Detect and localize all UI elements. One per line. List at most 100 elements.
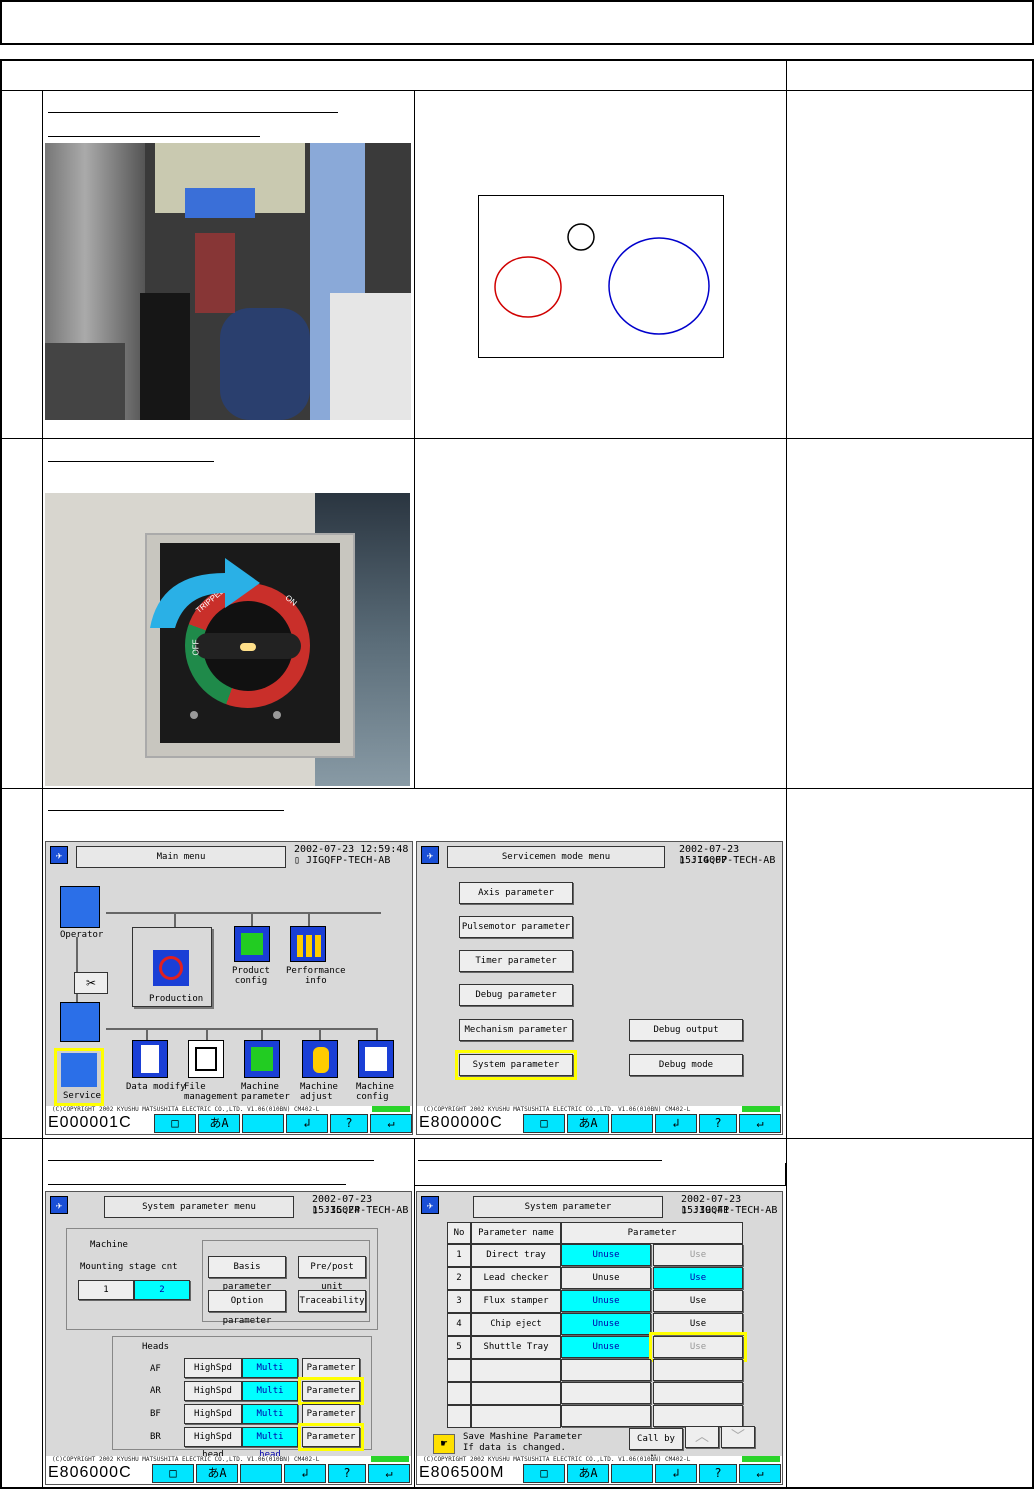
head-af-highspd[interactable]: HighSpd head — [184, 1358, 242, 1391]
machine-adjust-label: Machine adjust — [300, 1082, 338, 1102]
sysmenu-footer: (C)COPYRIGHT 2002 KYUSHU MATSUSHITA ELEC… — [46, 1456, 411, 1484]
fkey-return[interactable]: ↵ — [739, 1114, 781, 1133]
machine-parameter-icon[interactable] — [244, 1040, 280, 1078]
debug-parameter-button[interactable]: Debug parameter — [459, 984, 573, 1006]
fkey-window[interactable]: □ — [152, 1464, 194, 1483]
rotate-arrow-icon — [150, 558, 260, 628]
row-3-use[interactable]: Use — [653, 1290, 743, 1312]
data-modify-label: Data modify — [126, 1082, 186, 1092]
row-2-use[interactable]: Use — [653, 1267, 743, 1289]
fkey-kana[interactable]: あA — [567, 1464, 609, 1483]
data-modify-icon[interactable] — [132, 1040, 168, 1078]
fkey-blank[interactable] — [611, 1114, 653, 1133]
col-divider-mid-2 — [414, 438, 415, 788]
empty-row — [471, 1405, 561, 1428]
row-1-unuse[interactable]: Unuse — [561, 1244, 651, 1266]
fkey-kana[interactable]: あA — [196, 1464, 238, 1483]
fkey-blank[interactable] — [611, 1464, 653, 1483]
head-af-parameter[interactable]: Parameter — [302, 1358, 360, 1378]
row-1-use[interactable]: Use — [653, 1244, 743, 1266]
col-divider-mid-4 — [414, 1138, 415, 1489]
save-hand-icon[interactable]: ☛ — [433, 1434, 455, 1454]
prepost-unit-button[interactable]: Pre/post unit — [298, 1256, 366, 1292]
traceability-button[interactable]: Traceability — [298, 1290, 366, 1312]
sysmenu-title: System parameter menu — [104, 1196, 294, 1218]
fkey-help[interactable]: ? — [699, 1114, 737, 1133]
row-4-unuse[interactable]: Unuse — [561, 1313, 651, 1335]
service-button[interactable]: Service — [54, 1048, 104, 1106]
system-parameter-button[interactable]: System parameter — [455, 1050, 577, 1080]
fkey-return[interactable]: ↵ — [368, 1464, 410, 1483]
basis-parameter-button[interactable]: Basis parameter — [208, 1256, 286, 1292]
small-circle — [567, 223, 595, 251]
head-bf-highspd[interactable]: HighSpd head — [184, 1404, 242, 1437]
fkey-blank[interactable] — [240, 1464, 282, 1483]
fkey-return[interactable]: ↵ — [370, 1114, 412, 1133]
debug-mode-button[interactable]: Debug mode — [629, 1054, 743, 1076]
product-config-icon[interactable] — [234, 926, 270, 962]
fkey-window[interactable]: □ — [523, 1464, 565, 1483]
performance-icon[interactable] — [290, 926, 326, 962]
fkey-help[interactable]: ? — [328, 1464, 366, 1483]
row-4-use[interactable]: Use — [653, 1313, 743, 1335]
option-parameter-button[interactable]: Option parameter — [208, 1290, 286, 1326]
main-menu-screen: ✈ Main menu 2002-07-23 12:59:48 ▯ JIGQFP… — [45, 841, 413, 1135]
sysparam-code: E806500M — [419, 1464, 505, 1481]
fkey-enter[interactable]: ↲ — [284, 1464, 326, 1483]
debug-output-button[interactable]: Debug output — [629, 1019, 743, 1041]
production-button[interactable]: Production — [132, 927, 212, 1007]
fkey-window[interactable]: □ — [154, 1114, 196, 1133]
fkey-help[interactable]: ? — [330, 1114, 368, 1133]
head-ar-multi[interactable]: Multi head — [242, 1381, 298, 1414]
empty-row — [653, 1359, 743, 1381]
page-up-icon[interactable]: ︿ — [685, 1426, 719, 1448]
save-line-1: Save Mashine Parameter — [463, 1432, 583, 1442]
status-bar — [742, 1456, 780, 1462]
row-5-use[interactable]: Use — [649, 1332, 747, 1362]
call-by-no-button[interactable]: Call by No — [629, 1428, 683, 1464]
head-br-highspd[interactable]: HighSpd head — [184, 1427, 242, 1460]
machine-config-icon[interactable] — [358, 1040, 394, 1078]
operator-icon[interactable] — [60, 886, 100, 928]
axis-parameter-button[interactable]: Axis parameter — [459, 882, 573, 904]
timer-parameter-button[interactable]: Timer parameter — [459, 950, 573, 972]
row-2-unuse[interactable]: Unuse — [561, 1267, 651, 1289]
fkey-return[interactable]: ↵ — [739, 1464, 781, 1483]
head-ar-highspd[interactable]: HighSpd head — [184, 1381, 242, 1414]
head-bf-parameter[interactable]: Parameter — [302, 1404, 360, 1424]
main-code: E000001C — [48, 1114, 132, 1131]
stage-2-button[interactable]: 2 — [134, 1280, 190, 1300]
fkey-blank[interactable] — [242, 1114, 284, 1133]
fkey-enter[interactable]: ↲ — [286, 1114, 328, 1133]
engineer-icon[interactable] — [60, 1002, 100, 1042]
machine-adjust-icon[interactable] — [302, 1040, 338, 1078]
file-management-icon[interactable] — [188, 1040, 224, 1078]
fkey-kana[interactable]: あA — [198, 1114, 240, 1133]
fkey-enter[interactable]: ↲ — [655, 1464, 697, 1483]
fkey-help[interactable]: ? — [699, 1464, 737, 1483]
row-divider-1 — [0, 438, 1034, 439]
fkey-kana[interactable]: あA — [567, 1114, 609, 1133]
sysparam-copyright: (C)COPYRIGHT 2002 KYUSHU MATSUSHITA ELEC… — [423, 1456, 691, 1463]
page-down-icon[interactable]: ﹀ — [721, 1426, 755, 1448]
empty-row — [561, 1359, 651, 1381]
app-logo-icon: ✈ — [50, 1196, 68, 1214]
empty-row — [561, 1405, 651, 1427]
stage-1-button[interactable]: 1 — [78, 1280, 134, 1300]
head-bf-multi[interactable]: Multi head — [242, 1404, 298, 1437]
pulsemotor-parameter-button[interactable]: Pulsemotor parameter — [459, 916, 573, 938]
service-title: Servicemen mode menu — [447, 846, 665, 868]
fkey-window[interactable]: □ — [523, 1114, 565, 1133]
empty-row — [653, 1405, 743, 1427]
row-3-unuse[interactable]: Unuse — [561, 1290, 651, 1312]
tools-icon[interactable]: ✂ — [74, 972, 108, 994]
head-af-multi[interactable]: Multi head — [242, 1358, 298, 1391]
head-br-multi[interactable]: Multi head — [242, 1427, 298, 1460]
head-br-parameter[interactable]: Parameter — [298, 1423, 364, 1451]
mechanism-parameter-button[interactable]: Mechanism parameter — [459, 1019, 573, 1041]
fkey-enter[interactable]: ↲ — [655, 1114, 697, 1133]
app-logo-icon: ✈ — [421, 846, 439, 864]
service-file: ▯ JIGQFP-TECH-AB — [679, 855, 776, 866]
row-5-unuse[interactable]: Unuse — [561, 1336, 651, 1358]
head-ar-parameter[interactable]: Parameter — [298, 1377, 364, 1405]
